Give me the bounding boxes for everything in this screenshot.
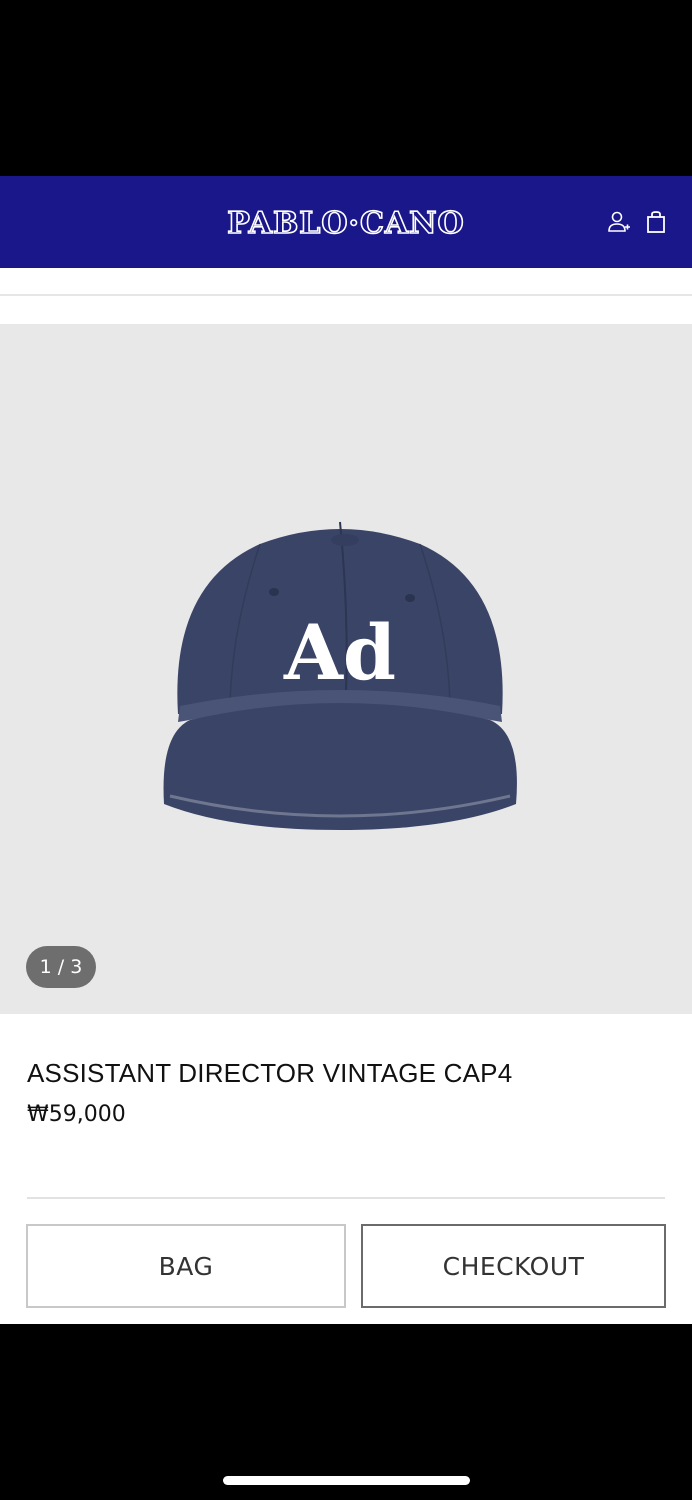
shopping-bag-icon[interactable]	[645, 210, 669, 234]
product-price: ₩59,000	[27, 1102, 126, 1127]
site-header: PABLO·CANO	[0, 176, 692, 268]
divider	[0, 294, 692, 296]
divider	[27, 1197, 665, 1199]
bottom-area	[0, 1324, 692, 1500]
cap-embroidery: Ad	[283, 608, 396, 697]
home-indicator[interactable]	[223, 1476, 470, 1485]
add-to-bag-button[interactable]: BAG	[26, 1224, 346, 1308]
checkout-button[interactable]: CHECKOUT	[361, 1224, 666, 1308]
account-icon[interactable]	[606, 210, 630, 234]
image-counter: 1 / 3	[26, 946, 96, 988]
product-page: Ad 1 / 3 ASSISTANT DIRECTOR VINTAGE CAP4…	[0, 268, 692, 1324]
cap-image: Ad	[163, 521, 517, 830]
product-image-gallery[interactable]: Ad 1 / 3	[0, 324, 692, 1014]
product-title: ASSISTANT DIRECTOR VINTAGE CAP4	[27, 1058, 513, 1088]
status-bar	[0, 0, 692, 176]
brand-logo[interactable]: PABLO·CANO	[0, 205, 692, 242]
